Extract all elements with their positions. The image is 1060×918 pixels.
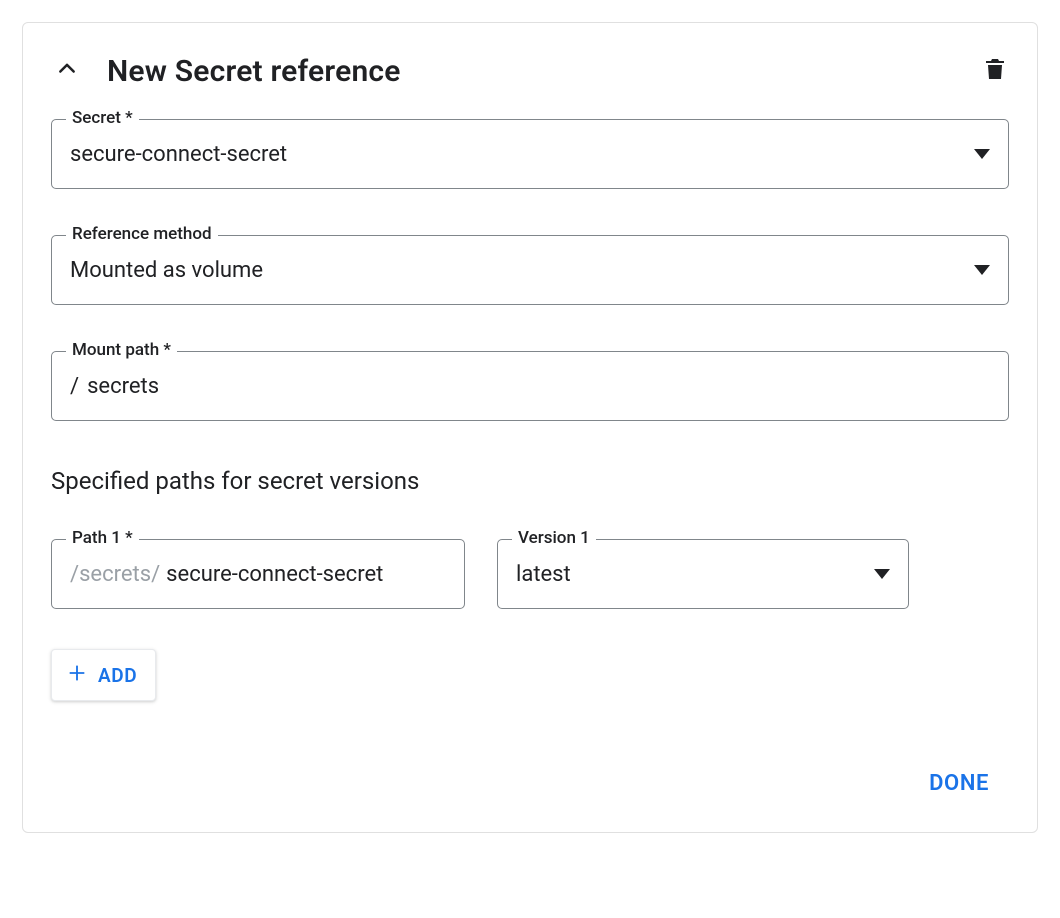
version-1-label: Version 1 [512,528,596,548]
secret-select[interactable]: Secret * secure-connect-secret [51,119,1009,189]
path-1-prefix: /secrets/ [70,562,160,587]
mount-path-field[interactable]: Mount path * / [51,351,1009,421]
mount-path-prefix: / [70,374,79,399]
secret-reference-card: New Secret reference Secret * secure-con… [22,22,1038,833]
reference-method-select[interactable]: Reference method Mounted as volume [51,235,1009,305]
done-button[interactable]: DONE [921,765,997,802]
dropdown-icon [974,149,990,159]
card-header: New Secret reference [51,51,1009,91]
path-1-label: Path 1 * [66,528,139,548]
reference-method-value: Mounted as volume [70,258,956,283]
trash-icon [983,56,1007,86]
delete-button[interactable] [975,51,1015,91]
path-1-input[interactable] [164,561,446,588]
mount-path-label: Mount path * [66,340,177,360]
dropdown-icon [974,265,990,275]
add-path-label: ADD [98,664,137,687]
secret-label: Secret * [66,108,139,128]
path-version-row: Path 1 * /secrets/ Version 1 latest [51,539,1009,609]
dropdown-icon [874,569,890,579]
version-1-select[interactable]: Version 1 latest [497,539,909,609]
reference-method-label: Reference method [66,224,218,244]
secret-value: secure-connect-secret [70,142,956,167]
card-title: New Secret reference [107,54,401,89]
paths-section-heading: Specified paths for secret versions [51,467,1009,495]
version-1-value: latest [516,562,856,587]
plus-icon [66,662,88,688]
add-path-button[interactable]: ADD [51,649,156,701]
mount-path-input[interactable] [85,373,990,400]
chevron-up-icon [57,59,77,83]
card-footer: DONE [51,765,1009,812]
path-1-field[interactable]: Path 1 * /secrets/ [51,539,465,609]
collapse-toggle[interactable] [47,51,87,91]
